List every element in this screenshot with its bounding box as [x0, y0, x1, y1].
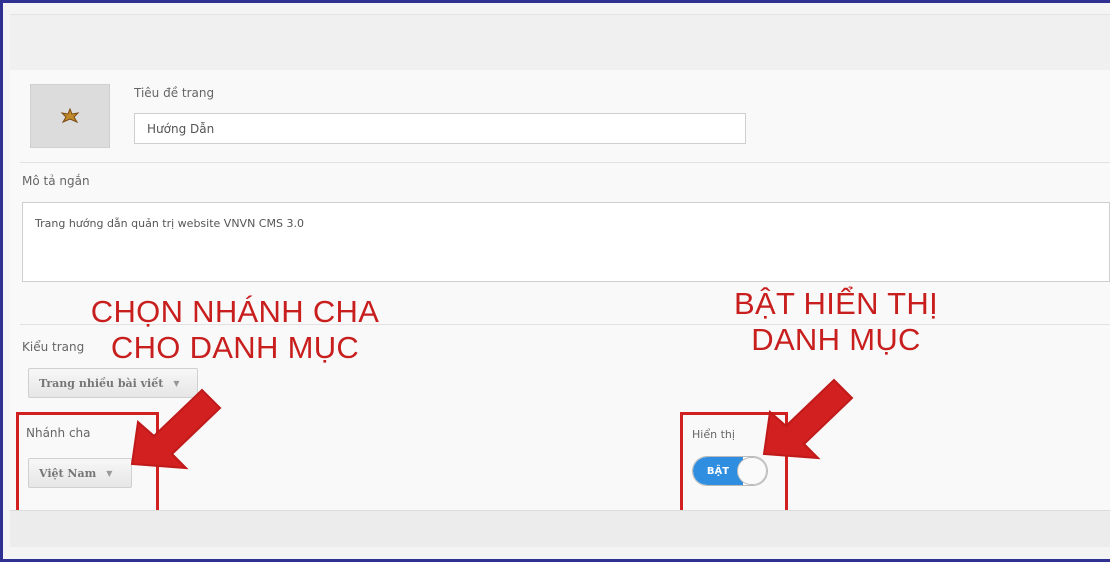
arrow-left-icon [130, 388, 222, 470]
logo-thumbnail-icon [60, 107, 80, 124]
annotation-right: BẬT HIỂN THỊ DANH MỤC [706, 286, 966, 358]
annotation-right-line2: DANH MỤC [751, 322, 921, 357]
annotation-left: CHỌN NHÁNH CHA CHO DANH MỤC [70, 294, 400, 366]
bottom-bar [10, 510, 1110, 547]
short-description-label: Mô tả ngắn [22, 174, 90, 188]
top-toolbar [10, 14, 1110, 71]
category-thumbnail[interactable] [30, 84, 110, 148]
page-title-input[interactable]: Hướng Dẫn [134, 113, 746, 144]
parent-branch-select[interactable]: Việt Nam ▼ [28, 458, 132, 488]
parent-branch-label: Nhánh cha [26, 426, 91, 440]
arrow-right-icon [762, 378, 854, 460]
short-description-textarea[interactable]: Trang hướng dẫn quản trị website VNVN CM… [22, 202, 1110, 282]
caret-down-icon: ▼ [106, 468, 113, 478]
annotation-left-line2: CHO DANH MỤC [110, 330, 360, 365]
display-toggle-on-label: BẬT [693, 457, 743, 485]
display-label: Hiển thị [692, 428, 735, 441]
annotation-left-line1: CHỌN NHÁNH CHA [90, 294, 380, 329]
annotation-right-line1: BẬT HIỂN THỊ [734, 286, 938, 321]
display-toggle[interactable]: BẬT [692, 456, 768, 486]
divider [20, 162, 1110, 163]
page-title-label: Tiêu đề trang [134, 86, 215, 100]
parent-branch-value: Việt Nam [39, 466, 97, 480]
